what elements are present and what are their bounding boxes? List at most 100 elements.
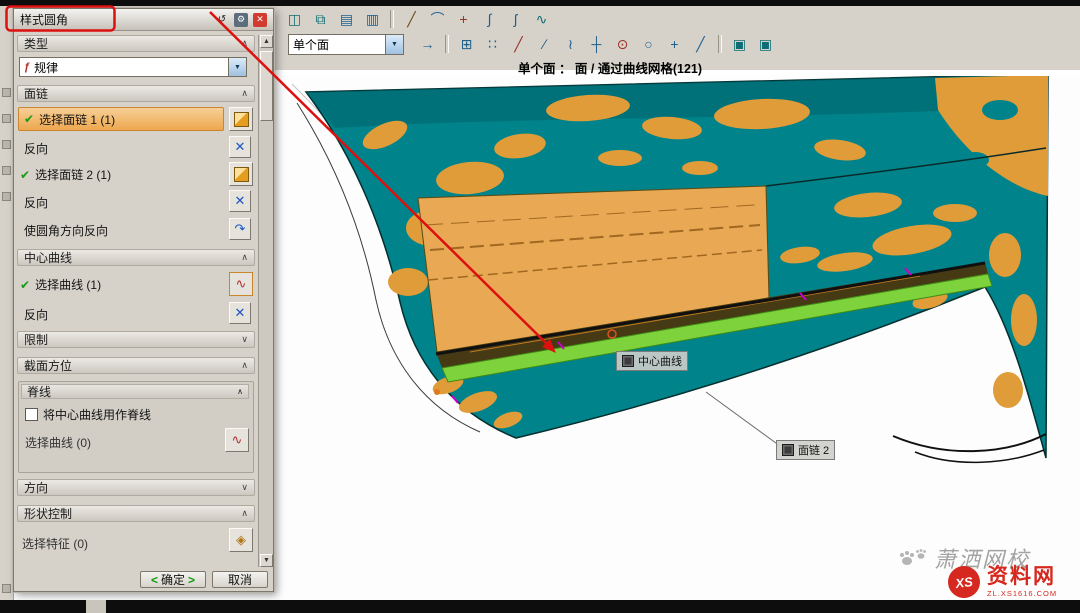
- clipboard-copy-icon[interactable]: ▣: [728, 33, 751, 55]
- select-face-chain-2[interactable]: ✔ 选择面链 2 (1): [20, 166, 111, 183]
- ok-button[interactable]: < 确定 >: [140, 571, 206, 588]
- gear-icon[interactable]: ⚙: [234, 13, 248, 27]
- arc-icon[interactable]: ⌒: [426, 8, 449, 30]
- cancel-button[interactable]: 取消: [212, 571, 268, 588]
- spine-header-label: 脊线: [27, 383, 51, 400]
- scroll-thumb[interactable]: [260, 51, 273, 121]
- spline-icon[interactable]: ∫: [478, 8, 501, 30]
- watermark-brand-text: 资料网: [987, 566, 1057, 587]
- snap-point-icon[interactable]: +: [663, 33, 686, 55]
- dock-icon-3[interactable]: [2, 140, 11, 149]
- chevron-down-icon[interactable]: ▼: [385, 35, 403, 54]
- chevron-up-icon: ∧: [237, 387, 243, 396]
- snap-intersection-icon[interactable]: ┼: [585, 33, 608, 55]
- application-window: 中心曲线 面链 2 ◫ ⧉ ▤ ▥ ╱ ⌒ + ∫ ʃ ∿ 单个面 ▼ → ⊞ …: [0, 0, 1080, 613]
- copy-view-icon[interactable]: ▤: [335, 8, 358, 30]
- flip-fillet-label-row: 使圆角方向反向: [24, 222, 108, 239]
- snap-center-icon[interactable]: ⊙: [611, 33, 634, 55]
- tag-face-chain-2[interactable]: 面链 2: [776, 440, 835, 460]
- show-hide-icon[interactable]: ◫: [283, 8, 306, 30]
- ok-left-bracket: <: [151, 573, 158, 587]
- style-fillet-dialog: 样式圆角 ↺ ⚙ ✕ 类型 ∧ ƒ 规律 ▼ 面链 ∧ ✔ 选择面链 1 (1): [13, 8, 274, 592]
- studio-spline-icon[interactable]: ʃ: [504, 8, 527, 30]
- section-limits-collapsed[interactable]: 限制 ∨: [17, 331, 255, 348]
- reverse-3-button[interactable]: ✕: [229, 302, 251, 324]
- scroll-up-button[interactable]: ▲: [260, 35, 273, 48]
- section-face-chain[interactable]: 面链 ∧: [17, 85, 255, 102]
- tag-grid-icon: [782, 444, 794, 456]
- center-curve-select-button[interactable]: ∿: [229, 272, 253, 296]
- point-icon[interactable]: +: [452, 8, 475, 30]
- snap-quadrant-icon[interactable]: ○: [637, 33, 660, 55]
- chevron-down-icon: ∨: [241, 334, 248, 345]
- use-center-curve-checkbox[interactable]: [25, 408, 38, 421]
- curve-icon[interactable]: ∿: [530, 8, 553, 30]
- reverse-direction-icon: ✕: [235, 139, 246, 155]
- face-chain-1-button[interactable]: [229, 107, 253, 131]
- select-feature-row: 选择特征 (0): [22, 535, 88, 552]
- dock-icon-2[interactable]: [2, 114, 11, 123]
- section-center-curve[interactable]: 中心曲线 ∧: [17, 249, 255, 266]
- flip-fillet-button[interactable]: ↷: [229, 218, 251, 240]
- reverse-direction-icon: ✕: [235, 193, 246, 209]
- spine-curve-select-button[interactable]: ∿: [225, 428, 249, 452]
- chevron-down-icon[interactable]: ▼: [228, 58, 246, 76]
- type-dropdown-value: 规律: [34, 59, 58, 76]
- taskbar-button[interactable]: [86, 600, 106, 613]
- type-dropdown[interactable]: ƒ 规律 ▼: [19, 57, 247, 77]
- feature-select-button[interactable]: ◈: [229, 528, 253, 552]
- chevron-up-icon: ∧: [241, 508, 248, 519]
- law-icon: ƒ: [24, 61, 30, 73]
- section-type[interactable]: 类型 ∧: [17, 35, 255, 52]
- select-feature-label: 选择特征 (0): [22, 535, 88, 552]
- chevron-up-icon: ∧: [241, 252, 248, 263]
- snap-options-icon[interactable]: ⊞: [455, 33, 478, 55]
- cancel-button-label: 取消: [228, 571, 252, 588]
- section-orientation[interactable]: 截面方位 ∧: [17, 357, 255, 374]
- reverse-2-button[interactable]: ✕: [229, 190, 251, 212]
- reverse-1-button[interactable]: ✕: [229, 136, 251, 158]
- tag-face-chain-2-label: 面链 2: [798, 442, 829, 458]
- toolbar-selection: 单个面 ▼ → ⊞ ∷ ╱ ∕ ≀ ┼ ⊙ ○ + ╱ ▣ ▣: [288, 33, 777, 55]
- dock-icon-1[interactable]: [2, 88, 11, 97]
- watermark-url: ZL.XS1616.COM: [987, 589, 1057, 598]
- sketch-line-icon[interactable]: ╱: [400, 8, 423, 30]
- scroll-down-button[interactable]: ▼: [260, 554, 273, 567]
- snap-scatter-icon[interactable]: ∷: [481, 33, 504, 55]
- selection-filter-combo[interactable]: 单个面 ▼: [288, 34, 404, 55]
- close-icon[interactable]: ✕: [253, 13, 267, 27]
- chevron-up-icon: ∧: [241, 38, 248, 49]
- status-bar-text: 单个面 ： 面 / 通过曲线网格(121): [420, 58, 800, 77]
- window-layout-icon[interactable]: ⧉: [309, 8, 332, 30]
- dock-icon-5[interactable]: [2, 192, 11, 201]
- section-direction-label: 方向: [24, 479, 48, 496]
- snap-endpoint-icon[interactable]: ╱: [507, 33, 530, 55]
- section-shape-control[interactable]: 形状控制 ∧: [17, 505, 255, 522]
- tag-grid-icon: [622, 355, 634, 367]
- reverse-2-label: 反向: [24, 194, 48, 211]
- dock-icon-6[interactable]: [2, 584, 11, 593]
- section-face-chain-label: 面链: [24, 85, 48, 102]
- toolbar-separator: [718, 35, 722, 53]
- go-forward-icon[interactable]: →: [416, 33, 439, 55]
- face-chain-2-button[interactable]: [229, 162, 253, 186]
- tag-center-curve[interactable]: 中心曲线: [616, 351, 688, 371]
- spine-header[interactable]: 脊线 ∧: [21, 384, 249, 399]
- section-center-curve-label: 中心曲线: [24, 249, 72, 266]
- dialog-scrollbar[interactable]: ▲ ▼: [258, 35, 273, 567]
- curve-select-icon: ∿: [232, 432, 243, 448]
- snap-angle-icon[interactable]: ╱: [689, 33, 712, 55]
- tag-leader-line: [706, 392, 780, 446]
- clipboard-paste-icon[interactable]: ▣: [754, 33, 777, 55]
- reset-icon[interactable]: ↺: [215, 13, 229, 27]
- dialog-title-bar[interactable]: 样式圆角 ↺ ⚙ ✕: [14, 9, 273, 31]
- left-dock-strip: [0, 6, 14, 600]
- snap-curve-icon[interactable]: ≀: [559, 33, 582, 55]
- chevron-down-icon: ∨: [241, 482, 248, 493]
- dock-icon-4[interactable]: [2, 166, 11, 175]
- select-face-chain-1[interactable]: ✔ 选择面链 1 (1): [18, 107, 224, 131]
- paste-view-icon[interactable]: ▥: [361, 8, 384, 30]
- section-direction-collapsed[interactable]: 方向 ∨: [17, 479, 255, 496]
- snap-midpoint-icon[interactable]: ∕: [533, 33, 556, 55]
- select-center-curve[interactable]: ✔ 选择曲线 (1): [20, 276, 101, 293]
